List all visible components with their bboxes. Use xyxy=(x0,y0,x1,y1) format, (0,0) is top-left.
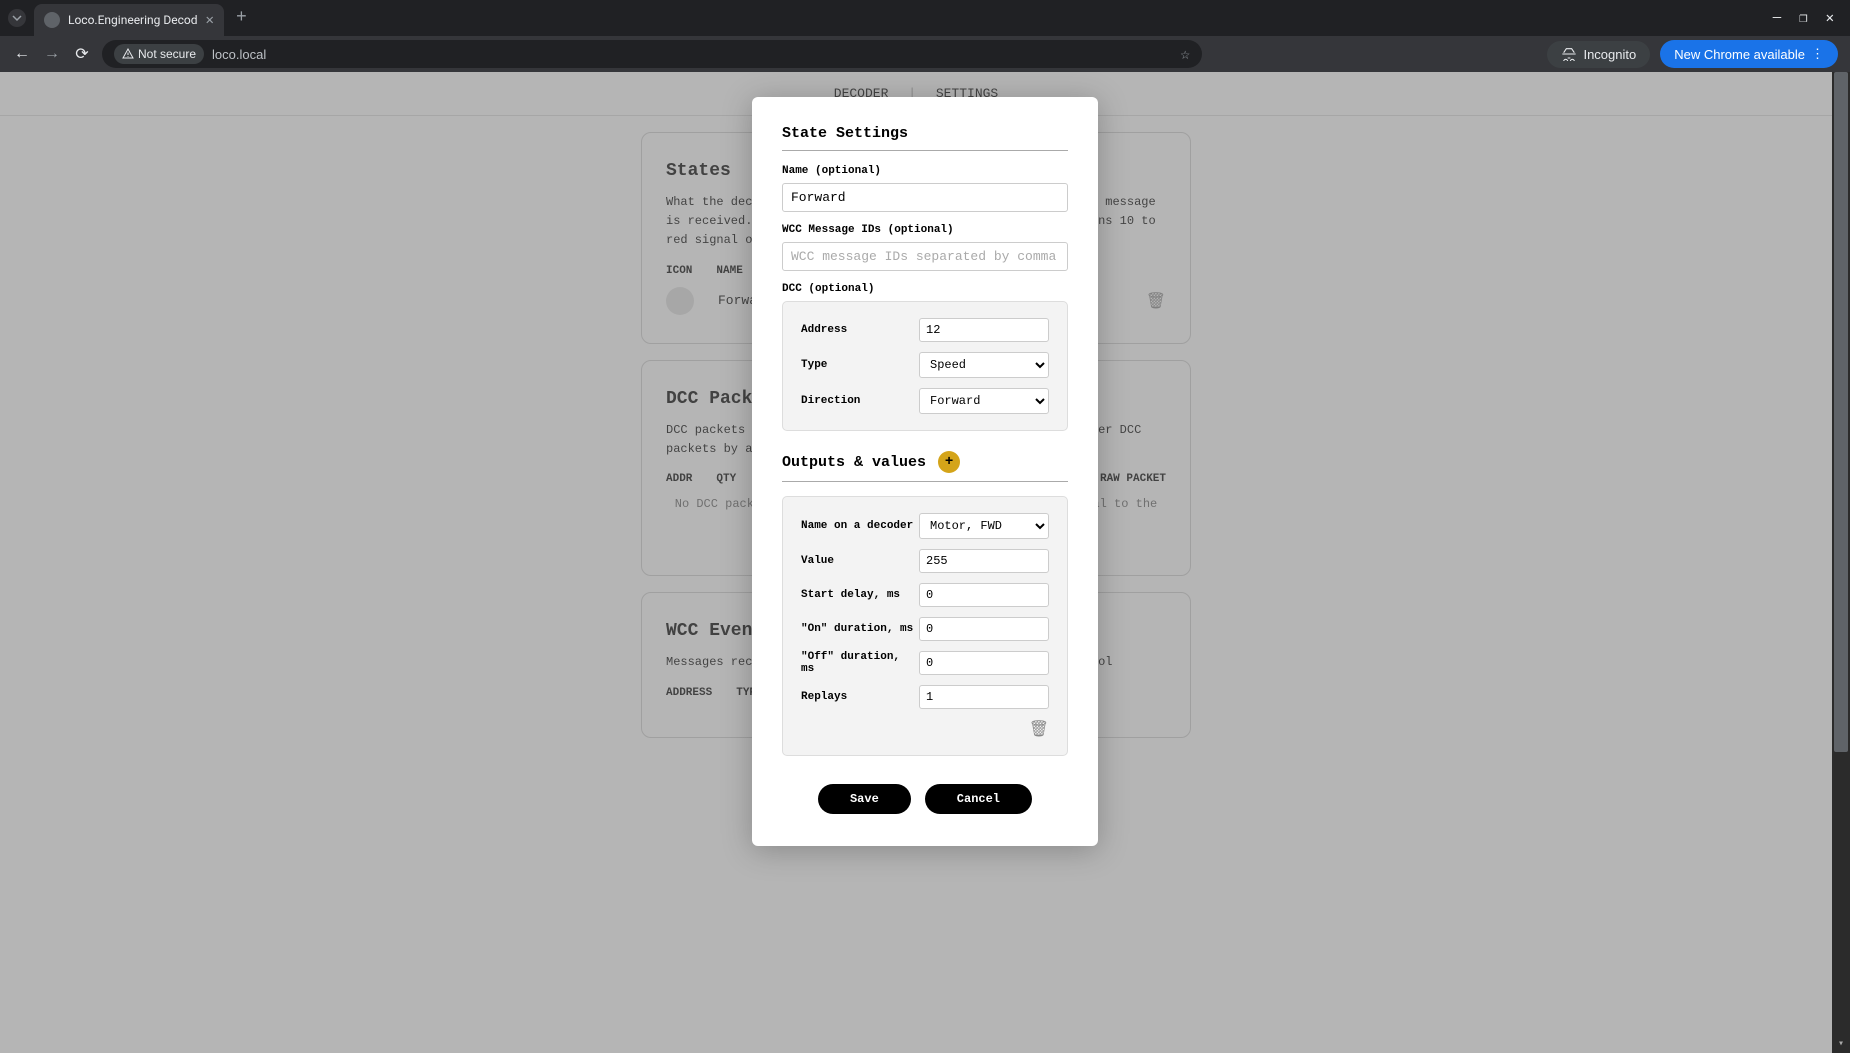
wcc-input[interactable] xyxy=(782,242,1068,271)
add-output-button[interactable]: + xyxy=(938,451,960,473)
menu-dots-icon: ⋮ xyxy=(1811,46,1824,62)
th-qty: QTY xyxy=(716,473,736,485)
tab-close-button[interactable]: ✕ xyxy=(206,12,214,29)
security-indicator[interactable]: Not secure xyxy=(114,44,204,64)
off-duration-input[interactable] xyxy=(919,651,1049,675)
modal-title: State Settings xyxy=(782,125,1068,151)
state-settings-modal: State Settings Name (optional) WCC Messa… xyxy=(752,97,1098,846)
window-controls: — ❐ ✕ xyxy=(1773,10,1842,27)
value-input[interactable] xyxy=(919,549,1049,573)
chrome-update-button[interactable]: New Chrome available ⋮ xyxy=(1660,40,1838,68)
th-address: ADDRESS xyxy=(666,687,712,699)
th-raw: RAW PACKET xyxy=(1100,473,1166,485)
type-label: Type xyxy=(801,359,919,371)
th-name: NAME xyxy=(716,265,742,277)
on-duration-label: "On" duration, ms xyxy=(801,623,919,635)
maximize-button[interactable]: ❐ xyxy=(1799,10,1807,27)
close-window-button[interactable]: ✕ xyxy=(1826,10,1834,27)
value-label: Value xyxy=(801,555,919,567)
start-delay-input[interactable] xyxy=(919,583,1049,607)
address-label: Address xyxy=(801,324,919,336)
reload-button[interactable]: ⟳ xyxy=(72,44,92,64)
dcc-label: DCC (optional) xyxy=(782,283,1068,295)
update-label: New Chrome available xyxy=(1674,47,1805,62)
outputs-title: Outputs & values xyxy=(782,454,926,471)
scrollbar-thumb[interactable] xyxy=(1834,72,1848,752)
favicon xyxy=(44,12,60,28)
decoder-name-label: Name on a decoder xyxy=(801,520,919,532)
replays-label: Replays xyxy=(801,691,919,703)
direction-label: Direction xyxy=(801,395,919,407)
tab-search-button[interactable] xyxy=(8,9,26,27)
browser-tab-strip: Loco.Engineering Decod ✕ + — ❐ ✕ xyxy=(0,0,1850,36)
start-delay-label: Start delay, ms xyxy=(801,589,919,601)
address-input[interactable] xyxy=(919,318,1049,342)
state-icon xyxy=(666,287,694,315)
vertical-scrollbar[interactable]: ▴ ▾ xyxy=(1832,72,1850,1053)
dcc-box: Address Type Speed Direction Forward xyxy=(782,301,1068,431)
security-text: Not secure xyxy=(138,47,196,61)
delete-output-icon[interactable]: 🗑 xyxy=(1029,719,1049,739)
address-bar[interactable]: Not secure loco.local ☆ xyxy=(102,40,1202,68)
new-tab-button[interactable]: + xyxy=(236,8,247,28)
wcc-label: WCC Message IDs (optional) xyxy=(782,224,1068,236)
back-button[interactable]: ← xyxy=(12,45,32,63)
th-addr: ADDR xyxy=(666,473,692,485)
trash-icon[interactable]: 🗑 xyxy=(1146,291,1166,311)
name-label: Name (optional) xyxy=(782,165,1068,177)
url-text: loco.local xyxy=(212,47,266,62)
bookmark-icon[interactable]: ☆ xyxy=(1180,44,1190,64)
tab-title: Loco.Engineering Decod xyxy=(68,13,198,27)
name-input[interactable] xyxy=(782,183,1068,212)
browser-toolbar: ← → ⟳ Not secure loco.local ☆ Incognito … xyxy=(0,36,1850,72)
off-duration-label: "Off" duration, ms xyxy=(801,651,919,675)
decoder-name-select[interactable]: Motor, FWD xyxy=(919,513,1049,539)
type-select[interactable]: Speed xyxy=(919,352,1049,378)
incognito-icon xyxy=(1561,47,1577,61)
output-box: Name on a decoder Motor, FWD Value Start… xyxy=(782,496,1068,756)
cancel-button[interactable]: Cancel xyxy=(925,784,1032,814)
incognito-indicator[interactable]: Incognito xyxy=(1547,41,1650,68)
browser-tab[interactable]: Loco.Engineering Decod ✕ xyxy=(34,4,224,36)
incognito-label: Incognito xyxy=(1583,47,1636,62)
direction-select[interactable]: Forward xyxy=(919,388,1049,414)
forward-button[interactable]: → xyxy=(42,45,62,63)
replays-input[interactable] xyxy=(919,685,1049,709)
warning-icon xyxy=(122,48,134,60)
minimize-button[interactable]: — xyxy=(1773,10,1781,27)
scroll-down-arrow[interactable]: ▾ xyxy=(1832,1037,1850,1053)
save-button[interactable]: Save xyxy=(818,784,911,814)
on-duration-input[interactable] xyxy=(919,617,1049,641)
th-icon: ICON xyxy=(666,265,692,277)
